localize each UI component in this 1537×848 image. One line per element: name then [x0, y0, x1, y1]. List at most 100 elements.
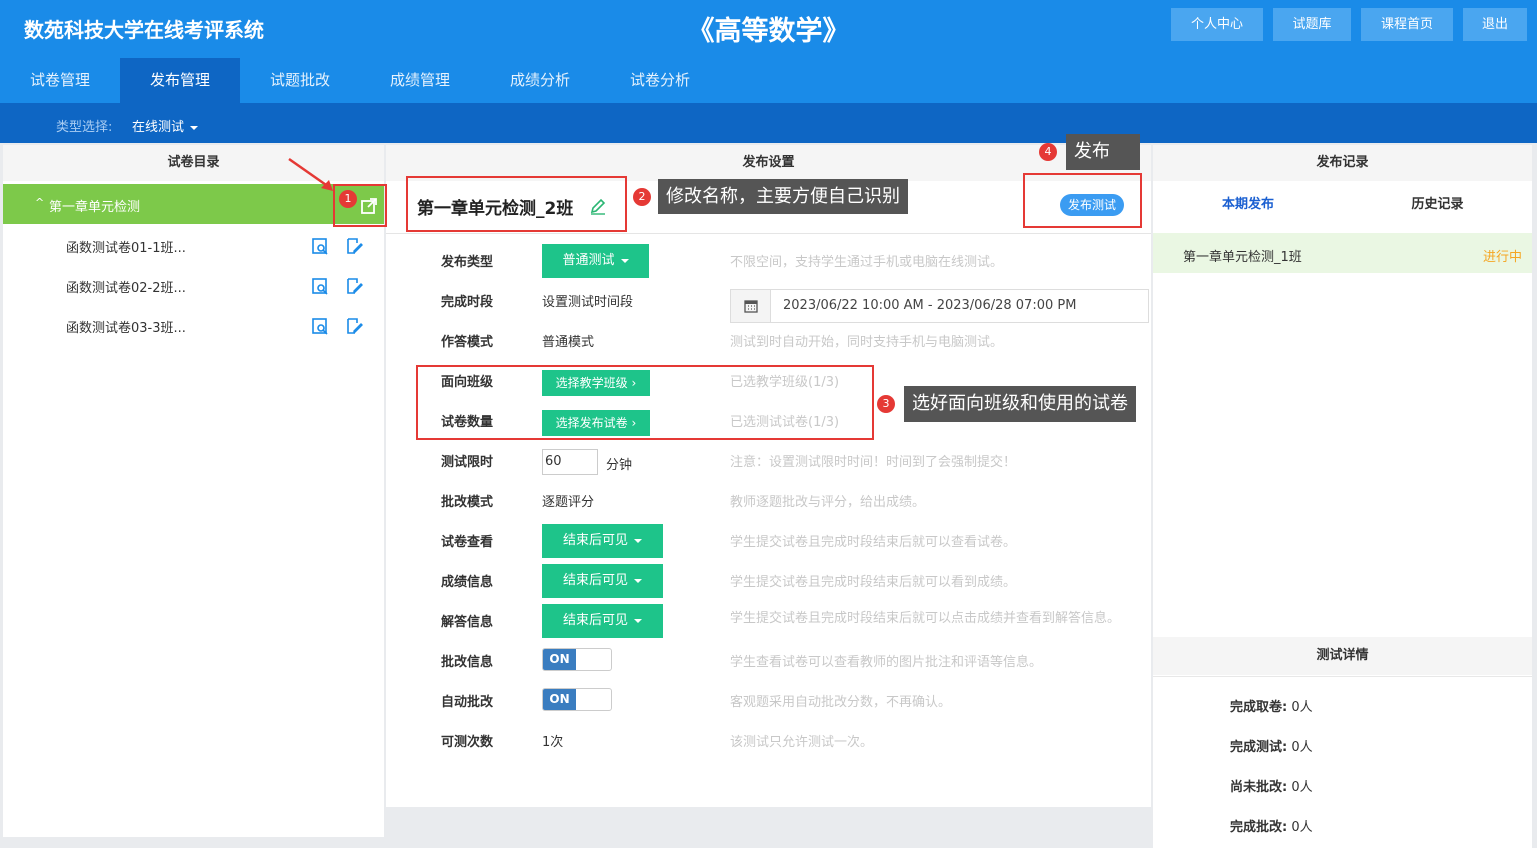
- detail-value: 0人: [1291, 780, 1313, 795]
- type-select-value: 在线测试: [132, 120, 185, 135]
- answer-info-value: 结束后可见: [562, 613, 628, 628]
- form-label: 可测次数: [441, 735, 494, 750]
- annotation-box-4: [1023, 173, 1142, 228]
- status-badge: 进行中: [1482, 250, 1522, 265]
- detail-label: 尚未批改:: [1230, 780, 1288, 795]
- form-hint: 教师逐题批改与评分，给出成绩。: [730, 495, 926, 510]
- test-details-header: 测试详情: [1153, 637, 1532, 675]
- form-hint: 测试到时自动开始，同时支持手机与电脑测试。: [730, 335, 1004, 350]
- row-paper-view: 试卷查看 结束后可见 学生提交试卷且完成时段结束后就可以查看试卷。: [386, 520, 1151, 560]
- form-label: 解答信息: [441, 615, 494, 630]
- paper-view-value: 结束后可见: [562, 533, 628, 548]
- publish-type-value: 普通测试: [562, 253, 615, 268]
- form-label: 自动批改: [441, 695, 494, 710]
- paper-item-label: 函数测试卷01-1班...: [66, 241, 186, 256]
- detail-value: 0人: [1291, 700, 1313, 715]
- caret-down-icon: [620, 258, 629, 263]
- row-time-limit: 测试限时 60 分钟 注意：设置测试限时时间！时间到了会强制提交！: [386, 440, 1151, 480]
- tab-current-publish[interactable]: 本期发布: [1153, 186, 1343, 224]
- edit-icon[interactable]: [345, 277, 363, 295]
- publish-type-dropdown[interactable]: 普通测试: [542, 244, 649, 278]
- form-hint: 学生提交试卷且完成时段结束后就可以点击成绩并查看到解答信息。: [730, 611, 1121, 626]
- tab-history[interactable]: 历史记录: [1343, 186, 1532, 224]
- annotation-badge-2: 2: [633, 188, 651, 206]
- tab-score-management[interactable]: 成绩管理: [360, 58, 480, 103]
- divider: [386, 233, 1151, 234]
- form-label: 发布类型: [441, 255, 494, 270]
- row-score-info: 成绩信息 结束后可见 学生提交试卷且完成时段结束后就可以看到成绩。: [386, 560, 1151, 600]
- caret-down-icon: [634, 538, 642, 543]
- answer-info-dropdown[interactable]: 结束后可见: [542, 604, 663, 638]
- detail-label: 完成批改:: [1230, 820, 1288, 835]
- detail-value: 0人: [1291, 820, 1313, 835]
- score-info-dropdown[interactable]: 结束后可见: [542, 564, 663, 598]
- chevron-up-icon: ^: [35, 196, 45, 209]
- detail-row: 完成取卷: 0人: [1230, 696, 1313, 715]
- annotation-box-2: [406, 176, 627, 232]
- course-home-button[interactable]: 课程首页: [1361, 8, 1453, 41]
- toggle-on-label: ON: [543, 689, 576, 710]
- form-hint: 该测试只允许测试一次。: [730, 735, 874, 750]
- score-info-value: 结束后可见: [562, 573, 628, 588]
- row-publish-type: 发布类型 普通测试 不限空间，支持学生通过手机或电脑在线测试。: [386, 240, 1151, 280]
- tree-root-label: 第一章单元检测: [49, 200, 141, 215]
- form-value: 1次: [542, 735, 564, 750]
- type-select-dropdown[interactable]: 在线测试: [132, 116, 199, 135]
- detail-row: 完成批改: 0人: [1230, 816, 1313, 835]
- time-limit-unit: 分钟: [606, 458, 633, 473]
- divider: [1153, 676, 1532, 677]
- auto-grading-toggle[interactable]: ON: [542, 688, 612, 711]
- form-hint: 学生提交试卷且完成时段结束后就可以看到成绩。: [730, 575, 1017, 590]
- date-range-field[interactable]: 2023/06/22 10:00 AM - 2023/06/28 07:00 P…: [730, 289, 1149, 323]
- form-hint: 客观题采用自动批改分数，不再确认。: [730, 695, 952, 710]
- time-limit-input[interactable]: 60: [542, 449, 598, 475]
- list-item[interactable]: 第一章单元检测_1班 进行中: [1153, 233, 1532, 273]
- date-range-value: 2023/06/22 10:00 AM - 2023/06/28 07:00 P…: [783, 298, 1077, 313]
- publish-record-header: 发布记录: [1153, 145, 1532, 181]
- form-label: 试卷查看: [441, 535, 494, 550]
- paper-view-dropdown[interactable]: 结束后可见: [542, 524, 663, 558]
- preview-icon[interactable]: [311, 237, 329, 255]
- profile-button[interactable]: 个人中心: [1171, 8, 1263, 41]
- form-value: 设置测试时间段: [542, 295, 634, 310]
- tab-grading[interactable]: 试题批改: [240, 58, 360, 103]
- paper-item-label: 函数测试卷02-2班...: [66, 281, 186, 296]
- annotation-badge-3: 3: [877, 395, 895, 413]
- tab-score-analysis[interactable]: 成绩分析: [480, 58, 600, 103]
- caret-down-icon: [190, 125, 199, 130]
- row-answer-info: 解答信息 结束后可见 学生提交试卷且完成时段结束后就可以点击成绩并查看到解答信息…: [386, 600, 1151, 640]
- form-label: 测试限时: [441, 455, 494, 470]
- type-bar: 类型选择: 在线测试: [0, 103, 1537, 143]
- form-hint: 学生查看试卷可以查看教师的图片批注和评语等信息。: [730, 655, 1043, 670]
- detail-value: 0人: [1291, 740, 1313, 755]
- row-auto-grading: 自动批改 ON 客观题采用自动批改分数，不再确认。: [386, 680, 1151, 720]
- form-value: 普通模式: [542, 335, 595, 350]
- row-review-info: 批改信息 ON 学生查看试卷可以查看教师的图片批注和评语等信息。: [386, 640, 1151, 680]
- detail-row: 完成测试: 0人: [1230, 736, 1313, 755]
- edit-icon[interactable]: [345, 237, 363, 255]
- tab-paper-management[interactable]: 试卷管理: [0, 58, 120, 103]
- form-value: 逐题评分: [542, 495, 595, 510]
- tab-paper-analysis[interactable]: 试卷分析: [600, 58, 720, 103]
- form-label: 批改模式: [441, 495, 494, 510]
- edit-icon[interactable]: [345, 317, 363, 335]
- record-name: 第一章单元检测_1班: [1183, 250, 1302, 265]
- calendar-icon: [731, 290, 771, 322]
- row-answer-mode: 作答模式 普通模式 测试到时自动开始，同时支持手机与电脑测试。: [386, 320, 1151, 360]
- tab-publish-management[interactable]: 发布管理: [120, 58, 240, 103]
- row-attempts: 可测次数 1次 该测试只允许测试一次。: [386, 720, 1151, 760]
- review-info-toggle[interactable]: ON: [542, 648, 612, 671]
- form-label: 完成时段: [441, 295, 494, 310]
- test-details-panel: 测试详情: [1153, 637, 1532, 848]
- main-nav: 试卷管理 发布管理 试题批改 成绩管理 成绩分析 试卷分析: [0, 58, 1537, 103]
- caret-down-icon: [634, 618, 642, 623]
- preview-icon[interactable]: [311, 277, 329, 295]
- form-label: 批改信息: [441, 655, 494, 670]
- form-hint: 不限空间，支持学生通过手机或电脑在线测试。: [730, 255, 1004, 270]
- detail-label: 完成测试:: [1230, 740, 1288, 755]
- preview-icon[interactable]: [311, 317, 329, 335]
- toggle-on-label: ON: [543, 649, 576, 670]
- annotation-callout-2: 修改名称，主要方便自己识别: [658, 179, 908, 214]
- question-bank-button[interactable]: 试题库: [1273, 8, 1351, 41]
- logout-button[interactable]: 退出: [1463, 8, 1527, 41]
